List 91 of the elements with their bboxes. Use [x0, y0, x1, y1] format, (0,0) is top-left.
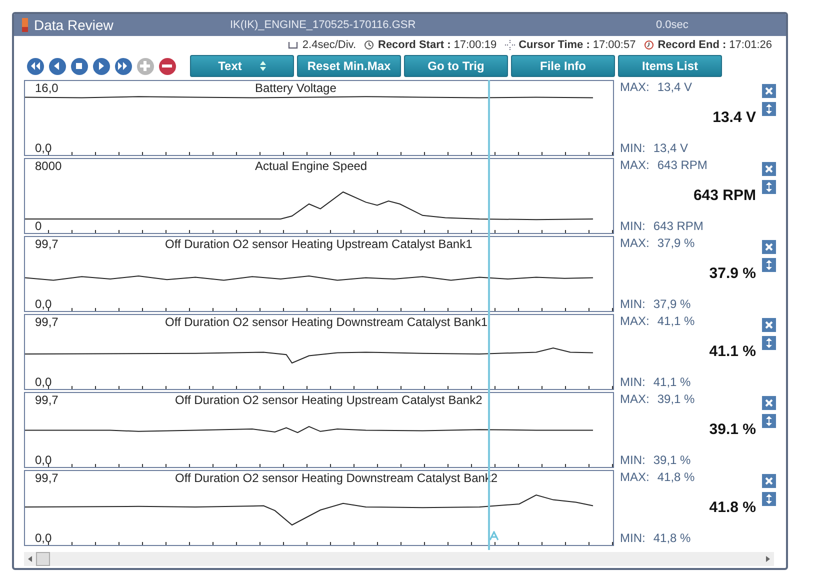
current-value: 13.4 V	[712, 109, 756, 126]
stop-button[interactable]	[70, 56, 89, 76]
current-value: 41.1 %	[708, 343, 756, 360]
min-label: MIN:	[620, 219, 646, 233]
close-button[interactable]	[762, 474, 776, 488]
info-value: 17:01:26	[729, 38, 772, 50]
max-value: 41,8 %	[657, 470, 695, 484]
clock-icon	[644, 40, 654, 50]
max-label: MAX:	[620, 470, 650, 484]
current-value: 643 RPM	[692, 187, 756, 204]
axis-max-label: 99,7	[34, 393, 60, 407]
axis-max-label: 99,7	[34, 471, 60, 485]
info-value: 17:00:19	[454, 38, 497, 50]
max-value: 41,1 %	[657, 314, 695, 328]
play-button[interactable]	[92, 56, 111, 76]
crosshair-icon	[504, 40, 515, 50]
min-value: 13,4 V	[653, 141, 688, 155]
spinner-icon	[260, 61, 266, 71]
window-title: Data Review	[34, 17, 114, 33]
toolbar-button[interactable]: Reset Min.Max	[297, 55, 401, 77]
min-value: 37,9 %	[653, 297, 691, 311]
app-icon	[22, 18, 28, 32]
min-label: MIN:	[620, 531, 646, 545]
min-value: 41,8 %	[653, 531, 691, 545]
current-value: 41.8 %	[708, 499, 756, 516]
file-name: IK(IK)_ENGINE_170525-170116.GSR	[230, 19, 417, 31]
scroll-right-icon	[765, 555, 771, 563]
axis-max-label: 99,7	[34, 237, 60, 251]
scroll-left-icon	[27, 555, 33, 563]
resize-button[interactable]	[762, 336, 776, 350]
axis-min-label: 0,0	[35, 141, 52, 155]
horizontal-scrollbar[interactable]	[24, 552, 774, 566]
axis-min-label: 0	[35, 219, 42, 233]
axis-max-label: 8000	[34, 159, 63, 173]
rewind-button[interactable]	[26, 56, 45, 76]
resize-button[interactable]	[762, 102, 776, 116]
min-label: MIN:	[620, 375, 646, 389]
toolbar-button[interactable]: Items List	[618, 55, 722, 77]
signal-name: Battery Voltage	[254, 81, 338, 95]
axis-max-label: 99,7	[34, 315, 60, 329]
elapsed-time: 0.0sec	[656, 19, 688, 31]
current-value: 37.9 %	[708, 265, 756, 282]
min-label: MIN:	[620, 453, 646, 467]
min-value: 41,1 %	[653, 375, 691, 389]
remove-button[interactable]	[158, 56, 177, 76]
info-label: Record End :	[658, 38, 726, 50]
close-button[interactable]	[762, 162, 776, 176]
time-scale: 2.4sec/Div.	[302, 38, 356, 50]
signal-name: Off Duration O2 sensor Heating Upstream Catalyst Bank1	[164, 237, 474, 251]
max-value: 39,1 %	[657, 392, 695, 406]
max-label: MAX:	[620, 236, 650, 250]
axis-min-label: 0,0	[35, 531, 52, 545]
signal-name: Off Duration O2 sensor Heating Upstream Catalyst Bank2	[174, 393, 484, 407]
close-button[interactable]	[762, 396, 776, 410]
axis-min-label: 0,0	[35, 297, 52, 311]
max-value: 37,9 %	[657, 236, 695, 250]
current-value: 39.1 %	[708, 421, 756, 438]
step-back-button[interactable]	[48, 56, 67, 76]
resize-button[interactable]	[762, 180, 776, 194]
axis-min-label: 0,0	[35, 375, 52, 389]
min-label: MIN:	[620, 141, 646, 155]
signal-name: Actual Engine Speed	[254, 159, 368, 173]
toolbar-button[interactable]: File Info	[511, 55, 615, 77]
resize-button[interactable]	[762, 258, 776, 272]
axis-max-label: 16,0	[34, 81, 60, 95]
min-label: MIN:	[620, 297, 646, 311]
bracket-icon	[288, 40, 298, 50]
info-label: Cursor Time :	[518, 38, 590, 50]
max-label: MAX:	[620, 392, 650, 406]
resize-button[interactable]	[762, 414, 776, 428]
info-label: Record Start :	[378, 38, 451, 50]
signal-name: Off Duration O2 sensor Heating Downstream Catalyst Bank1	[164, 315, 489, 329]
axis-min-label: 0,0	[35, 453, 52, 467]
close-button[interactable]	[762, 84, 776, 98]
scroll-thumb[interactable]	[36, 552, 50, 566]
close-button[interactable]	[762, 240, 776, 254]
cursor-marker-icon	[489, 531, 499, 541]
clock-icon	[364, 40, 374, 50]
fast-forward-button[interactable]	[114, 56, 133, 76]
resize-button[interactable]	[762, 492, 776, 506]
toolbar-button[interactable]: Go to Trig	[404, 55, 508, 77]
max-label: MAX:	[620, 314, 650, 328]
min-value: 643 RPM	[653, 219, 704, 233]
max-label: MAX:	[620, 80, 650, 94]
max-value: 643 RPM	[657, 158, 708, 172]
close-button[interactable]	[762, 318, 776, 332]
max-label: MAX:	[620, 158, 650, 172]
min-value: 39,1 %	[653, 453, 691, 467]
max-value: 13,4 V	[657, 80, 692, 94]
info-value: 17:00:57	[592, 38, 636, 50]
view-dropdown[interactable]: Text	[190, 55, 294, 77]
